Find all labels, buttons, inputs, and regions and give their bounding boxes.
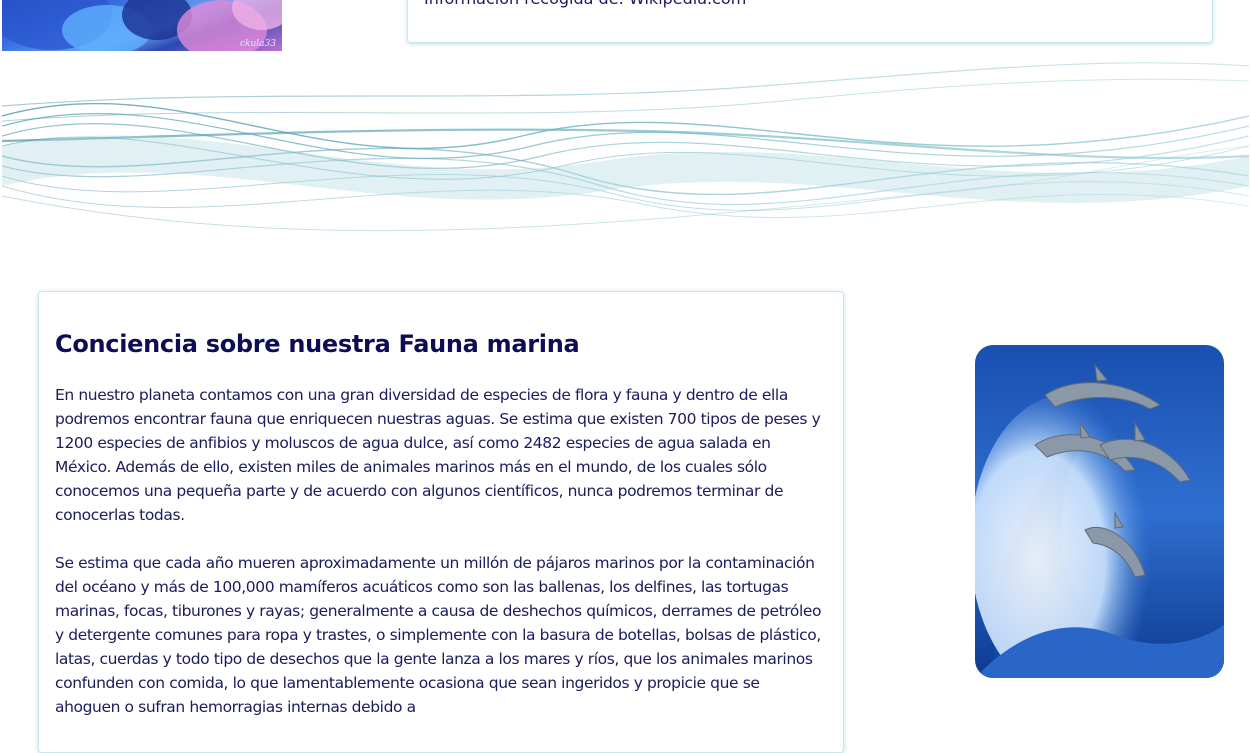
source-info-box: Información recogida de: Wikipedia.com bbox=[407, 0, 1213, 43]
floral-header-image: ckula33 bbox=[2, 0, 282, 51]
paragraph-contamination: Se estima que cada año mueren aproximada… bbox=[55, 554, 822, 716]
content-card: Conciencia sobre nuestra Fauna marina En… bbox=[38, 291, 844, 753]
source-info-text: Información recogida de: Wikipedia.com bbox=[424, 0, 746, 8]
dolphins-image bbox=[975, 345, 1224, 678]
paragraph-intro: En nuestro planeta contamos con una gran… bbox=[55, 386, 821, 524]
section-title: Conciencia sobre nuestra Fauna marina bbox=[55, 330, 580, 358]
wave-banner-image bbox=[2, 62, 1249, 232]
